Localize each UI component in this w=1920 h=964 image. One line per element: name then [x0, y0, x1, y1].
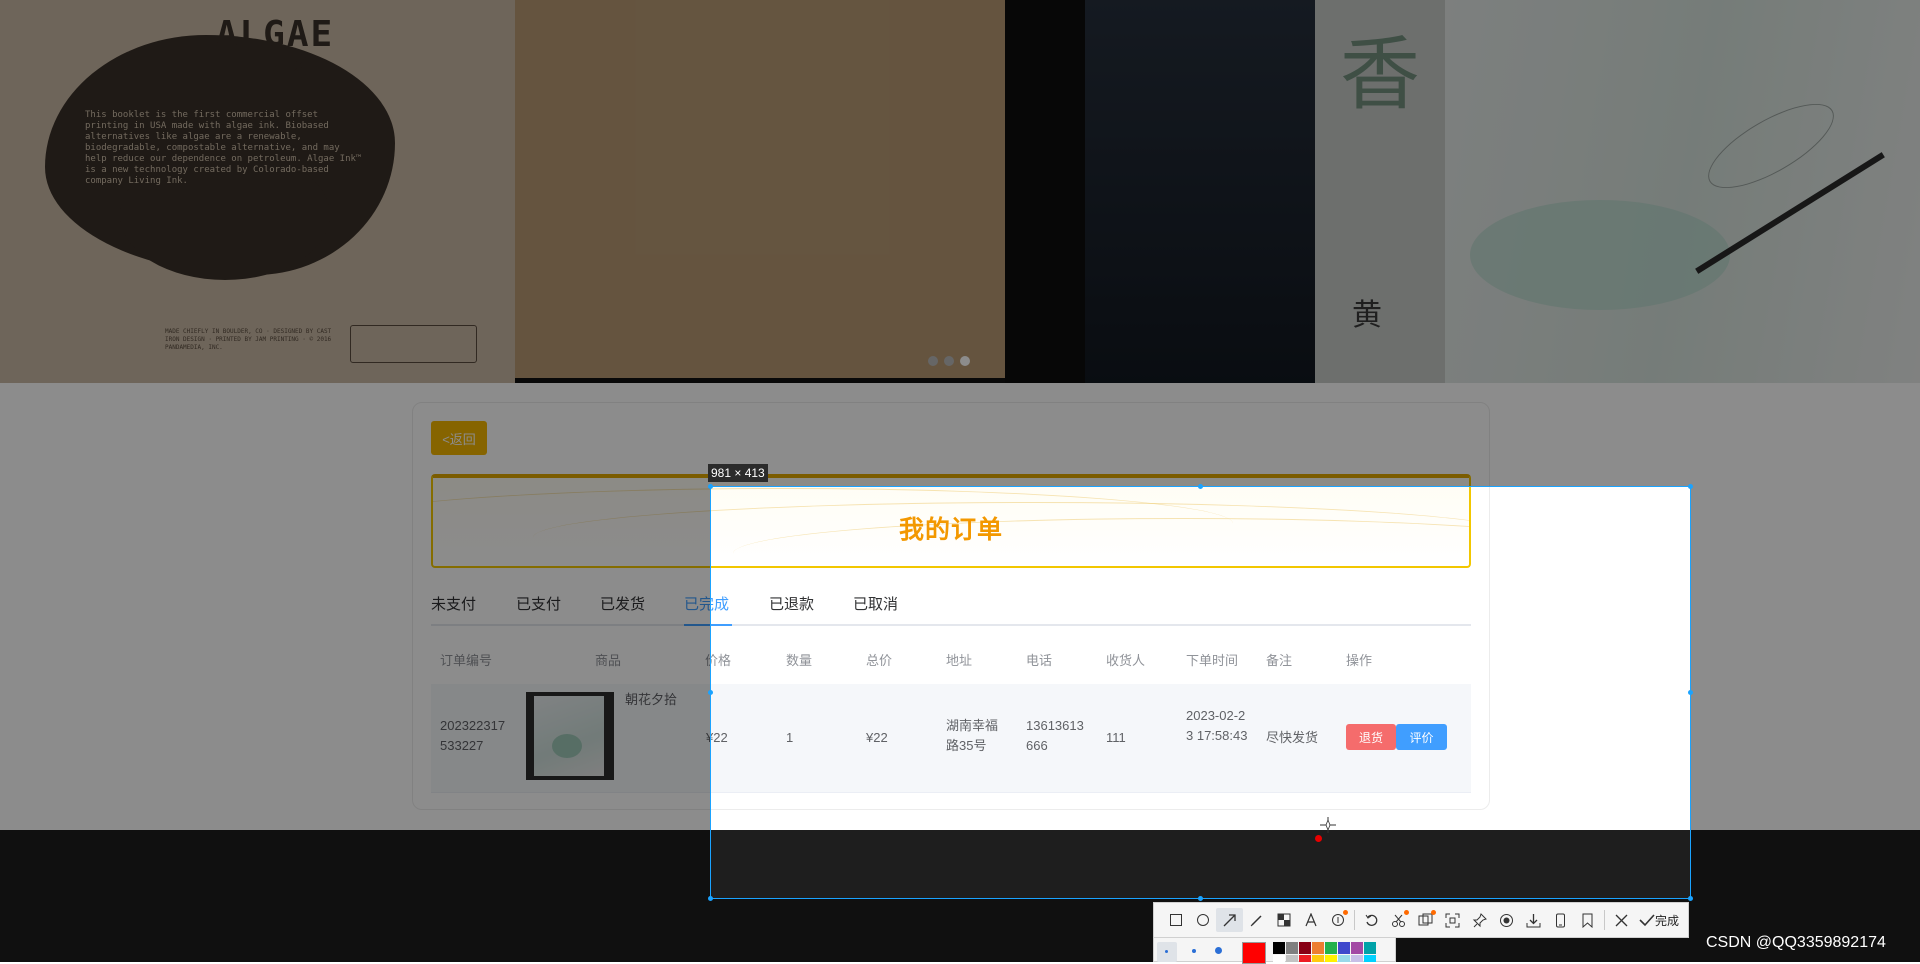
serial-number-tool-icon[interactable] [1324, 908, 1351, 932]
color-swatch[interactable] [1325, 942, 1337, 954]
ellipse-tool-icon[interactable] [1189, 908, 1216, 932]
dim-mask-right [1691, 486, 1920, 899]
selection-rectangle[interactable] [710, 486, 1691, 899]
current-color[interactable] [1242, 942, 1266, 964]
scroll-capture-icon[interactable] [1439, 908, 1466, 932]
undo-icon[interactable] [1358, 908, 1385, 932]
rect-tool-icon[interactable] [1162, 908, 1189, 932]
resize-handle[interactable] [708, 690, 713, 695]
download-icon[interactable] [1520, 908, 1547, 932]
pen-tool-icon[interactable] [1243, 908, 1270, 932]
screenshot-toolbar: 完成 [1153, 902, 1689, 938]
phone-icon[interactable] [1547, 908, 1574, 932]
ocr-icon[interactable] [1385, 908, 1412, 932]
csdn-watermark: CSDN @QQ3359892174 [1706, 934, 1886, 951]
stroke-size-large[interactable] [1215, 947, 1222, 954]
color-palette [1153, 938, 1396, 964]
stroke-size-small [1165, 950, 1168, 953]
stroke-size-medium[interactable] [1192, 949, 1196, 953]
color-swatch[interactable] [1351, 955, 1363, 962]
color-swatch[interactable] [1273, 955, 1285, 962]
color-swatch[interactable] [1351, 942, 1363, 954]
text-tool-icon[interactable] [1297, 908, 1324, 932]
resize-handle[interactable] [1688, 896, 1693, 901]
color-swatch[interactable] [1312, 955, 1324, 962]
resize-handle[interactable] [1198, 484, 1203, 489]
color-swatch[interactable] [1325, 955, 1337, 962]
crosshair-cursor-icon [1320, 817, 1336, 833]
done-button[interactable]: 完成 [1639, 912, 1679, 929]
color-swatch[interactable] [1299, 955, 1311, 962]
color-swatch[interactable] [1364, 955, 1376, 962]
mosaic-tool-icon[interactable] [1270, 908, 1297, 932]
color-swatch[interactable] [1299, 942, 1311, 954]
resize-handle[interactable] [1688, 690, 1693, 695]
done-label: 完成 [1655, 913, 1680, 928]
close-icon[interactable] [1608, 908, 1635, 932]
color-swatch[interactable] [1312, 942, 1324, 954]
color-swatch[interactable] [1273, 942, 1285, 954]
resize-handle[interactable] [708, 484, 713, 489]
dim-mask-left [0, 486, 710, 899]
dim-mask-top [0, 0, 1920, 486]
resize-handle[interactable] [708, 896, 713, 901]
color-swatch[interactable] [1286, 955, 1298, 962]
pin-icon[interactable] [1466, 908, 1493, 932]
arrow-tool-icon[interactable] [1216, 908, 1243, 932]
resize-handle[interactable] [1198, 896, 1203, 901]
translate-icon[interactable] [1412, 908, 1439, 932]
bookmark-icon[interactable] [1574, 908, 1601, 932]
color-swatch[interactable] [1338, 942, 1350, 954]
color-swatch[interactable] [1286, 942, 1298, 954]
resize-handle[interactable] [1688, 484, 1693, 489]
check-icon [1639, 914, 1655, 927]
color-swatch[interactable] [1364, 942, 1376, 954]
selection-size-label: 981 × 413 [708, 464, 768, 482]
record-icon[interactable] [1493, 908, 1520, 932]
cursor-dot [1315, 835, 1322, 842]
color-swatch[interactable] [1338, 955, 1350, 962]
